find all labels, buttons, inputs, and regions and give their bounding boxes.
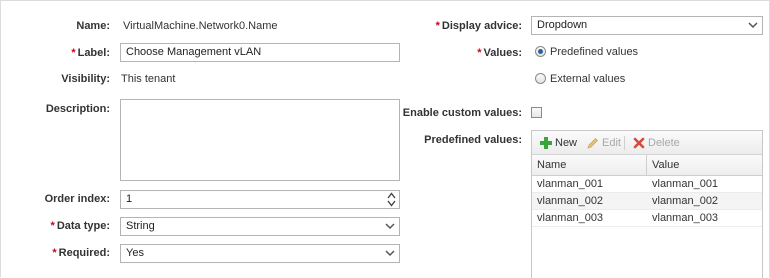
label-input[interactable]: Choose Management vLAN (120, 43, 400, 62)
cell-value: vlanman_003 (652, 212, 719, 224)
chevron-down-icon (385, 250, 395, 257)
name-label: Name: (76, 20, 110, 32)
required-marker: * (52, 247, 57, 259)
description-label: Description: (45, 103, 110, 115)
display-advice-value: Dropdown (537, 19, 588, 31)
required-marker: * (50, 220, 55, 232)
label-label: * Label: (71, 47, 110, 59)
cell-name: vlanman_003 (537, 212, 604, 224)
radio-external-label[interactable]: External values (550, 72, 625, 86)
radio-predefined-label[interactable]: Predefined values (550, 45, 638, 59)
display-advice-label: * Display advice: (435, 20, 522, 32)
toolbar-divider (624, 136, 625, 150)
cell-name: vlanman_001 (537, 178, 604, 190)
required-value: Yes (126, 247, 144, 259)
required-select[interactable]: Yes (120, 244, 400, 263)
name-value: VirtualMachine.Network0.Name (123, 20, 278, 32)
predefined-values-label: Predefined values: (424, 134, 522, 146)
grid-header: Name Value (532, 155, 762, 176)
visibility-label: Visibility: (61, 73, 110, 85)
radio-external-values[interactable] (535, 73, 546, 84)
pencil-icon (587, 138, 598, 149)
cell-value: vlanman_001 (652, 178, 719, 190)
table-row[interactable]: vlanman_002 vlanman_002 (532, 193, 762, 210)
data-type-select[interactable]: String (120, 217, 400, 236)
order-index-value: 1 (126, 193, 133, 205)
required-marker: * (71, 47, 76, 59)
radio-predefined-values[interactable] (535, 46, 546, 57)
column-header-name[interactable]: Name (537, 159, 566, 172)
enable-custom-values-checkbox[interactable] (531, 107, 542, 118)
enable-custom-values-label: Enable custom values: (402, 107, 522, 119)
predefined-values-grid: New Edit Delete Name Value vlanman_001 v… (531, 130, 763, 278)
table-row[interactable]: vlanman_003 vlanman_003 (532, 210, 762, 227)
data-type-label: * Data type: (50, 220, 110, 232)
column-header-value[interactable]: Value (652, 159, 679, 172)
cell-name: vlanman_002 (537, 195, 604, 207)
x-icon (633, 137, 645, 149)
cell-value: vlanman_002 (652, 195, 719, 207)
values-label: * Values: (477, 47, 522, 59)
plus-icon (540, 137, 552, 149)
required-label: * Required: (52, 247, 110, 259)
column-divider (646, 155, 647, 176)
required-marker: * (477, 47, 482, 59)
chevron-down-icon (748, 22, 758, 29)
chevron-down-icon (385, 223, 395, 230)
grid-toolbar: New Edit Delete (532, 131, 762, 155)
form-panel: Name: VirtualMachine.Network0.Name * Labe… (0, 0, 770, 278)
table-row[interactable]: vlanman_001 vlanman_001 (532, 176, 762, 193)
display-advice-select[interactable]: Dropdown (531, 16, 763, 35)
order-index-label: Order index: (44, 193, 110, 205)
data-type-value: String (126, 220, 155, 232)
spinner-down-icon[interactable] (387, 200, 396, 207)
required-marker: * (435, 20, 440, 32)
description-textarea[interactable] (120, 99, 400, 181)
spinner-up-icon[interactable] (387, 192, 396, 199)
visibility-value: This tenant (121, 73, 176, 85)
order-index-stepper[interactable]: 1 (120, 190, 400, 209)
